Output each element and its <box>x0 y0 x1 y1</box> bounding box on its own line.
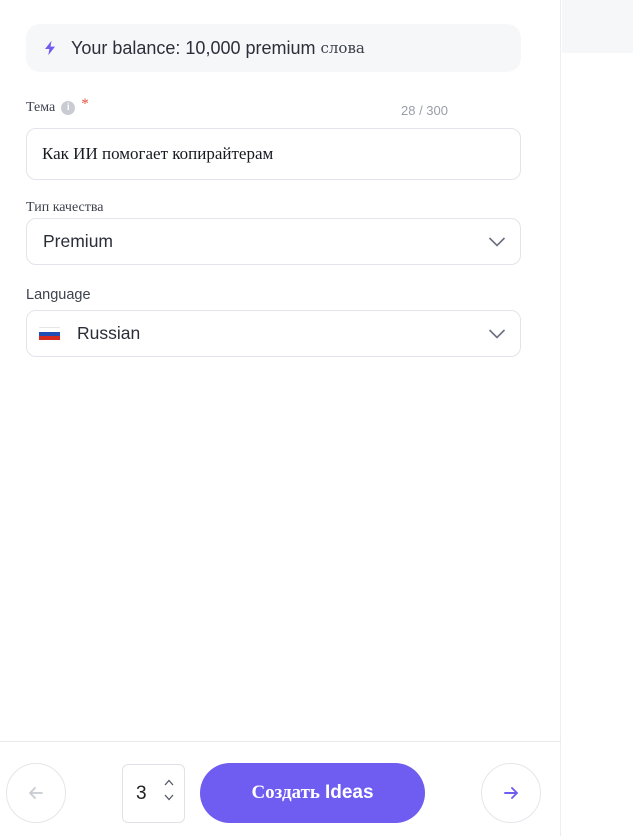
lightning-icon <box>45 40 55 56</box>
language-select[interactable]: Russian <box>26 310 521 357</box>
right-panel-header <box>562 0 633 53</box>
topic-input[interactable]: Как ИИ помогает копирайтерам <box>26 128 521 180</box>
chevron-down-icon[interactable] <box>164 794 174 801</box>
topic-label: Тема i * <box>26 96 89 116</box>
quality-label-text: Тип качества <box>26 200 104 215</box>
language-label-text: Language <box>26 287 91 303</box>
right-panel <box>562 0 633 836</box>
create-ideas-button[interactable]: Создать Ideas <box>200 763 425 823</box>
language-label: Language <box>26 287 91 303</box>
next-button[interactable] <box>481 763 541 823</box>
chevron-down-icon <box>488 328 506 339</box>
character-counter: 28 / 300 <box>401 103 448 118</box>
footer-bar: 3 Создать Ideas <box>0 741 561 836</box>
chevron-down-icon <box>488 236 506 247</box>
required-mark: * <box>81 96 89 112</box>
create-label-en: Ideas <box>324 782 374 803</box>
balance-text: Your balance: 10,000 premium <box>71 37 316 58</box>
previous-button[interactable] <box>6 763 66 823</box>
count-value: 3 <box>136 782 147 804</box>
russia-flag-icon <box>39 326 60 341</box>
balance-unit: слова <box>320 39 365 57</box>
arrow-left-icon <box>29 787 43 799</box>
chevron-up-icon[interactable] <box>164 779 174 786</box>
quality-selected-value: Premium <box>43 231 114 251</box>
topic-label-text: Тема <box>26 99 56 115</box>
arrow-right-icon <box>504 787 518 799</box>
language-selected-value: Russian <box>77 323 141 343</box>
quality-select[interactable]: Premium <box>26 218 521 265</box>
topic-input-value: Как ИИ помогает копирайтерам <box>42 144 274 163</box>
quality-label: Тип качества <box>26 200 104 216</box>
main-panel: Your balance: 10,000 premium слова Тема … <box>0 0 561 836</box>
info-icon[interactable]: i <box>61 100 76 115</box>
balance-card: Your balance: 10,000 premium слова <box>26 24 521 72</box>
create-label-ru: Создать <box>251 782 320 803</box>
count-stepper[interactable]: 3 <box>122 764 185 823</box>
